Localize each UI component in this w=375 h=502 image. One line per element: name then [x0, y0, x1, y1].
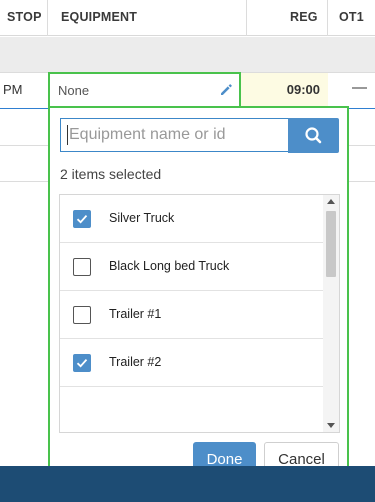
checkbox-checked[interactable] — [73, 210, 91, 228]
equipment-search-input[interactable]: Equipment name or id — [60, 118, 288, 152]
column-header-stop: STOP — [7, 10, 42, 24]
equipment-cell[interactable]: None — [48, 72, 241, 108]
column-divider — [327, 0, 328, 36]
footer-bar — [0, 466, 375, 502]
column-divider — [47, 0, 48, 36]
group-band — [0, 37, 375, 72]
checkbox-checked[interactable] — [73, 354, 91, 372]
column-header-reg: REG — [290, 10, 318, 24]
search-placeholder: Equipment name or id — [69, 126, 226, 143]
list-item[interactable]: Black Long bed Truck — [60, 243, 323, 291]
column-divider — [246, 0, 247, 36]
table-header: STOP EQUIPMENT REG OT1 — [0, 0, 375, 36]
list-item-label: Trailer #2 — [109, 355, 162, 369]
list-item-label: Silver Truck — [109, 211, 175, 225]
checkmark-icon — [76, 215, 88, 224]
chevron-down-icon[interactable] — [327, 423, 335, 428]
text-caret — [67, 125, 68, 145]
stop-time-cell: PM — [3, 82, 23, 97]
list-scrollbar[interactable] — [323, 195, 339, 432]
list-item[interactable]: Trailer #2 — [60, 339, 323, 387]
pencil-icon[interactable] — [219, 83, 233, 97]
selected-count: 2 items selected — [60, 166, 162, 182]
equipment-list: Silver Truck Black Long bed Truck Traile… — [59, 194, 340, 433]
list-item[interactable]: Silver Truck — [60, 195, 323, 243]
column-header-ot1: OT1 — [339, 10, 364, 24]
search-button[interactable] — [288, 118, 339, 153]
ot1-value: — — [352, 79, 367, 96]
reg-value: 09:00 — [286, 82, 320, 97]
list-item-label: Trailer #1 — [109, 307, 162, 321]
column-header-equipment: EQUIPMENT — [61, 10, 138, 24]
list-item-label: Black Long bed Truck — [109, 259, 230, 273]
chevron-up-icon[interactable] — [327, 199, 335, 204]
checkbox-unchecked[interactable] — [73, 258, 91, 276]
list-item[interactable]: Trailer #1 — [60, 291, 323, 339]
checkmark-icon — [76, 359, 88, 368]
checkbox-unchecked[interactable] — [73, 306, 91, 324]
search-icon — [305, 127, 322, 144]
scrollbar-thumb[interactable] — [326, 211, 336, 277]
equipment-dropdown: Equipment name or id 2 items selected Si… — [48, 106, 349, 489]
equipment-value: None — [58, 83, 90, 98]
